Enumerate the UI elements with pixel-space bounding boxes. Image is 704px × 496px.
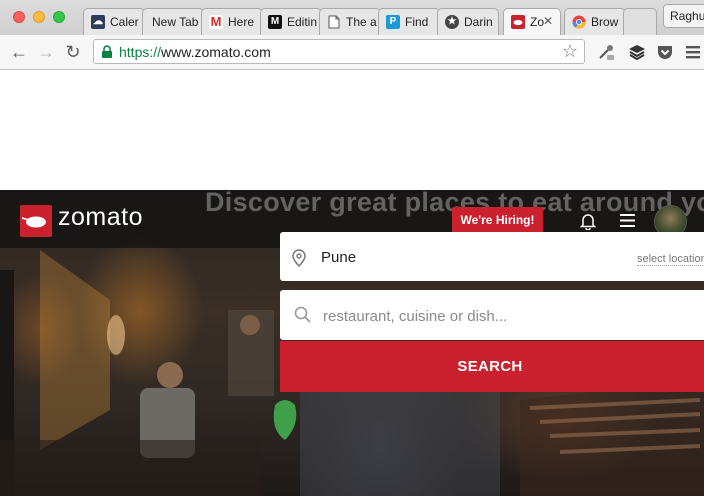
url-scheme: https:// <box>119 44 162 60</box>
zoom-window-button[interactable] <box>53 11 65 23</box>
search-icon <box>294 306 312 329</box>
tab-strip: ☁ Caler New Tab M Here M Editin The a P … <box>0 0 704 35</box>
search-button[interactable]: SEARCH <box>280 341 704 392</box>
tab-calendar[interactable]: ☁ Caler <box>83 8 145 35</box>
zomato-logo-icon[interactable] <box>20 205 52 237</box>
tab-browser[interactable]: Brow <box>564 8 626 35</box>
tab-title: New Tab <box>152 15 199 29</box>
address-bar[interactable]: https://www.zomato.com ☆ <box>93 39 585 64</box>
tab-darin[interactable]: ★ Darin <box>437 8 499 35</box>
tab-title: Brow <box>591 15 619 29</box>
star-circle-icon: ★ <box>445 15 459 29</box>
location-value: Pune <box>321 249 357 266</box>
tab-gmail[interactable]: M Here <box>201 8 263 35</box>
select-location-link[interactable]: select location <box>637 253 704 266</box>
document-icon <box>327 15 341 29</box>
url-host: www.zomato.com <box>161 44 271 60</box>
back-button[interactable]: ← <box>8 41 30 63</box>
pocket-extension-icon[interactable] <box>656 43 674 61</box>
p-app-icon: P <box>386 15 400 29</box>
tab-document[interactable]: The a <box>319 8 381 35</box>
lock-icon <box>101 45 113 64</box>
minimize-window-button[interactable] <box>33 11 45 23</box>
tab-find[interactable]: P Find <box>378 8 440 35</box>
eyedropper-extension-icon[interactable] <box>597 43 615 61</box>
close-tab-icon[interactable]: ✕ <box>543 14 553 28</box>
tab-title: Find <box>405 15 429 29</box>
tab-title: Caler <box>110 15 139 29</box>
location-pin-icon <box>292 249 306 272</box>
new-tab-button[interactable] <box>623 8 657 35</box>
hiring-button[interactable]: We're Hiring! <box>452 207 543 233</box>
tab-title: Editin <box>287 15 318 29</box>
chrome-icon <box>572 15 586 29</box>
profile-button[interactable]: Raghu <box>663 4 704 28</box>
location-field[interactable]: Pune select location <box>280 232 704 281</box>
tab-title: Zo <box>530 15 545 29</box>
medium-icon: M <box>268 15 282 29</box>
forward-button[interactable]: → <box>35 41 57 63</box>
search-input[interactable] <box>321 304 704 328</box>
tab-medium[interactable]: M Editin <box>260 8 322 35</box>
tab-title: Darin <box>464 15 493 29</box>
tab-zomato-active[interactable]: Zo ✕ <box>503 8 561 35</box>
layers-extension-icon[interactable] <box>628 43 646 61</box>
hamburger-menu-icon[interactable] <box>620 214 635 232</box>
reload-button[interactable]: ↻ <box>62 41 84 63</box>
close-window-button[interactable] <box>13 11 25 23</box>
bookmark-star-icon[interactable]: ☆ <box>562 41 578 62</box>
gmail-icon: M <box>209 14 223 29</box>
search-field[interactable] <box>280 290 704 340</box>
tab-title: The a <box>346 15 377 29</box>
zomato-icon <box>511 15 525 29</box>
tab-title: Here <box>228 15 255 29</box>
tab-new-tab[interactable]: New Tab <box>142 8 204 35</box>
browser-toolbar: ← → ↻ https://www.zomato.com ☆ <box>0 35 704 70</box>
brand-wordmark[interactable]: zomato <box>58 203 143 232</box>
cloud-calendar-icon: ☁ <box>91 15 105 29</box>
chrome-menu-icon[interactable] <box>684 43 702 61</box>
address-url: https://www.zomato.com <box>119 44 271 60</box>
